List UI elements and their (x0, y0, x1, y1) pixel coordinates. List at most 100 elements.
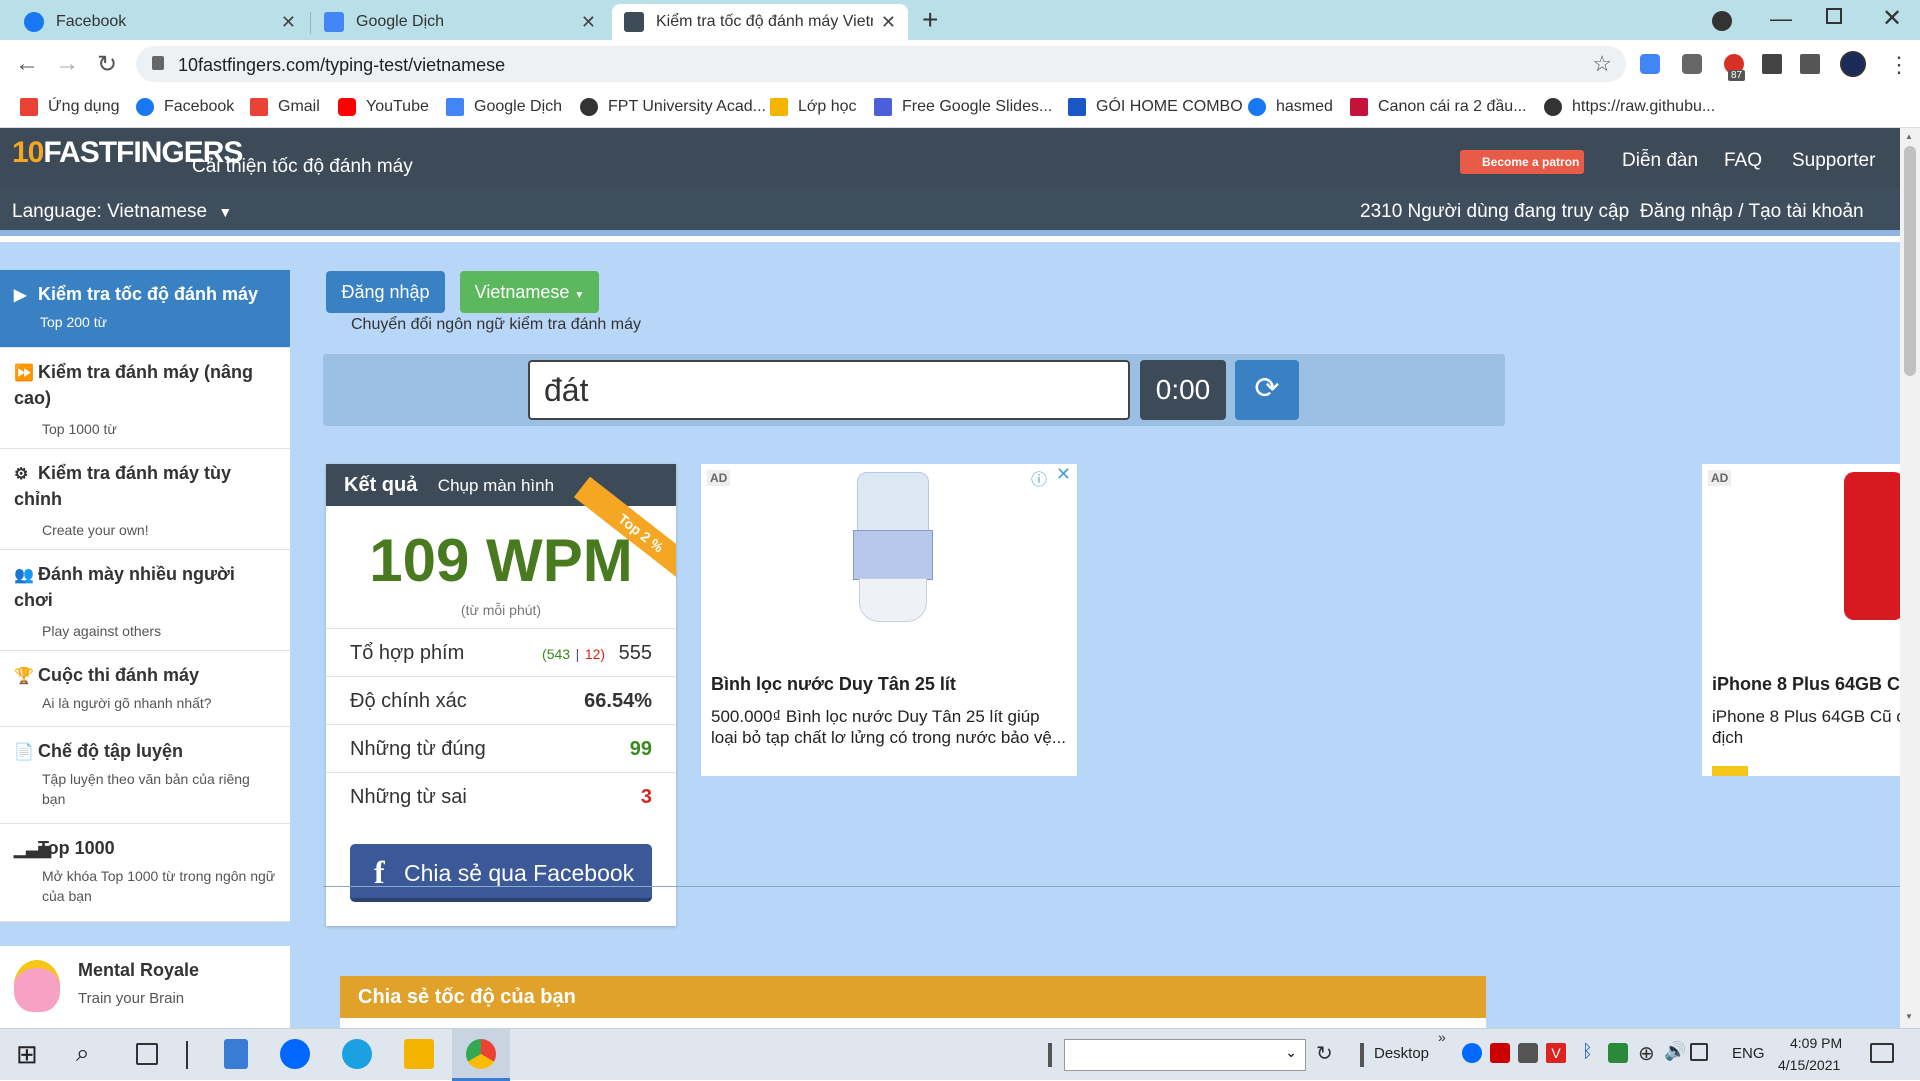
profile-avatar[interactable] (1840, 51, 1866, 77)
forward-icon[interactable]: → (52, 50, 82, 78)
media-control-icon[interactable] (1800, 54, 1820, 74)
security-tray-icon[interactable] (1608, 1043, 1628, 1063)
volume-icon[interactable]: 🔊 (1664, 1041, 1686, 1062)
new-tab-button[interactable]: + (922, 4, 938, 36)
bookmark-item[interactable]: FPT University Acad... (580, 98, 766, 116)
puzzle-icon[interactable] (1762, 54, 1782, 74)
scroll-down-icon[interactable]: ▼ (1905, 1012, 1913, 1021)
login-button[interactable]: Đăng nhập (326, 271, 445, 313)
close-window-icon[interactable]: ✕ (1882, 4, 1902, 33)
bookmark-item[interactable]: Free Google Slides... (874, 98, 1052, 116)
reload-icon[interactable]: ↻ (92, 50, 122, 79)
address-bar[interactable]: 10fastfingers.com/typing-test/vietnamese… (136, 46, 1626, 82)
close-icon[interactable]: ✕ (281, 12, 296, 33)
lock-icon (152, 56, 164, 70)
bookmark-item[interactable]: hasmed (1248, 98, 1333, 116)
display-tray-icon[interactable] (1690, 1043, 1708, 1061)
network-globe-icon[interactable]: ⊕ (1638, 1041, 1655, 1066)
sidebar-item-practice[interactable]: 📄 Chế độ tập luyện Tập luyện theo văn bản… (0, 727, 290, 824)
signal-bars-icon: ▁▃▅ (14, 841, 51, 858)
sidebar-item-custom-test[interactable]: ⚙ Kiểm tra đánh máy tùy chỉnh Create your… (0, 449, 290, 550)
clock-date[interactable]: 4/15/2021 (1778, 1057, 1840, 1073)
sidebar-item-multiplayer[interactable]: 👥 Đánh mày nhiều người chơi Play against … (0, 550, 290, 651)
become-patron-button[interactable]: Become a patron (1460, 150, 1584, 174)
refresh-icon[interactable]: ↻ (1316, 1041, 1333, 1066)
back-icon[interactable]: ← (12, 50, 42, 78)
file-app-icon[interactable] (224, 1039, 248, 1069)
task-view-icon[interactable] (136, 1043, 158, 1065)
bookmark-item[interactable]: GÓI HOME COMBO (1068, 98, 1243, 116)
edge-icon[interactable] (342, 1039, 372, 1069)
translate-extension-icon[interactable] (1640, 54, 1660, 74)
page-scrollbar[interactable]: ▲ ▼ (1900, 128, 1920, 1028)
zalo-icon[interactable] (280, 1039, 310, 1069)
sidebar-item-top1000[interactable]: ▁▃▅Top 1000 Mở khóa Top 1000 từ trong ng… (0, 824, 290, 922)
clock-time[interactable]: 4:09 PM (1790, 1035, 1842, 1051)
input-language[interactable]: ENG (1732, 1045, 1765, 1062)
bluetooth-icon[interactable]: ᛒ (1582, 1041, 1593, 1062)
bookmark-item[interactable]: Ứng dụng (20, 98, 120, 116)
scrollbar-thumb[interactable] (1904, 146, 1916, 376)
shop-icon (1350, 98, 1368, 116)
row-label: Những từ sai (350, 786, 467, 808)
chrome-taskbar-button[interactable] (452, 1029, 510, 1081)
login-register-link[interactable]: Đăng nhập / Tạo tài khoản (1640, 201, 1864, 223)
address-toolbar-input[interactable]: ⌄ (1064, 1039, 1306, 1071)
bookmark-item[interactable]: Google Dịch (446, 98, 562, 116)
nav-faq[interactable]: FAQ (1724, 150, 1762, 172)
zalo-tray-icon[interactable] (1462, 1043, 1482, 1063)
typing-input[interactable] (528, 360, 1130, 420)
file-explorer-icon[interactable] (404, 1039, 434, 1069)
screenshot-link[interactable]: Chụp màn hình (438, 476, 554, 495)
bookmark-item[interactable]: Canon cái ra 2 đầu... (1350, 98, 1527, 116)
bookmark-item[interactable]: https://raw.githubu... (1544, 98, 1715, 116)
tab-typing-test[interactable]: Kiểm tra tốc độ đánh máy Vietna ✕ (612, 4, 908, 40)
bookmark-item[interactable]: Lớp học (770, 98, 857, 116)
tab-facebook[interactable]: Facebook ✕ (12, 4, 308, 40)
minimize-icon[interactable]: — (1770, 6, 1792, 32)
language-selector[interactable]: Language: Vietnamese ▼ (12, 201, 232, 223)
mental-royale-promo[interactable]: Mental Royale Train your Brain (0, 946, 290, 1028)
extension-icon[interactable] (1682, 54, 1702, 74)
toolbar-overflow-icon[interactable]: » (1438, 1029, 1446, 1045)
row-label: Độ chính xác (350, 690, 467, 712)
share-facebook-button[interactable]: f Chia sẻ qua Facebook (350, 844, 652, 902)
restart-button[interactable]: ⟳ (1235, 360, 1299, 420)
wrong-words-value: 3 (640, 786, 652, 808)
windows-start-icon[interactable]: ⊞ (16, 1039, 46, 1069)
bookmark-label: Free Google Slides... (902, 98, 1053, 115)
close-icon[interactable]: ✕ (581, 12, 596, 33)
vietkey-tray-icon[interactable]: V (1546, 1043, 1566, 1063)
bookmark-item[interactable]: Facebook (136, 98, 234, 116)
notification-icon[interactable] (1870, 1043, 1894, 1063)
bookmark-star-icon[interactable]: ☆ (1592, 51, 1612, 77)
ad-close-icon[interactable]: ✕ (1056, 464, 1071, 485)
maximize-icon[interactable] (1826, 8, 1842, 24)
separator: | (575, 646, 580, 662)
sidebar-item-advanced-test[interactable]: ⏩ Kiểm tra đánh máy (nâng cao) Top 1000 t… (0, 348, 290, 449)
chevron-down-icon[interactable]: ⌄ (1285, 1044, 1297, 1061)
result-header: Kết quả Chụp màn hình (326, 464, 676, 506)
bookmark-label: Lớp học (798, 98, 857, 115)
language-dropdown-button[interactable]: Vietnamese ▼ (460, 271, 599, 313)
bookmark-item[interactable]: Gmail (250, 98, 320, 116)
ad-iphone[interactable]: AD iPhone 8 Plus 64GB Cũ iPhone 8 Plus 6… (1702, 464, 1900, 776)
ad-info-icon[interactable]: ⓘ (1031, 466, 1047, 490)
camera-tray-icon[interactable] (1518, 1043, 1538, 1063)
bookmark-item[interactable]: YouTube (338, 98, 429, 116)
tab-search-icon[interactable] (1712, 11, 1732, 31)
tab-google-translate[interactable]: Google Dịch ✕ (312, 4, 608, 40)
menu-dots-icon[interactable]: ⋮ (1888, 52, 1910, 78)
gears-icon: ⚙ (14, 466, 29, 483)
nav-supporter[interactable]: Supporter (1792, 150, 1875, 172)
sidebar-item-competition[interactable]: 🏆 Cuộc thi đánh máy Ai là người gõ nhanh … (0, 651, 290, 727)
search-icon[interactable]: ⌕ (76, 1039, 106, 1069)
desktop-toolbar[interactable]: Desktop (1374, 1045, 1429, 1062)
ad-water-filter[interactable]: AD ⓘ ✕ Bình lọc nước Duy Tân 25 lít 500.… (701, 464, 1077, 776)
close-icon[interactable]: ✕ (881, 12, 896, 33)
sidebar-item-typing-test[interactable]: ▶ Kiểm tra tốc độ đánh máy Top 200 từ (0, 270, 290, 348)
tray-app-icon[interactable] (1490, 1043, 1510, 1063)
scroll-up-icon[interactable]: ▲ (1905, 132, 1913, 141)
nav-forum[interactable]: Diễn đàn (1622, 150, 1698, 172)
bookmarks-bar: Ứng dụng Facebook Gmail YouTube Google D… (0, 88, 1920, 128)
